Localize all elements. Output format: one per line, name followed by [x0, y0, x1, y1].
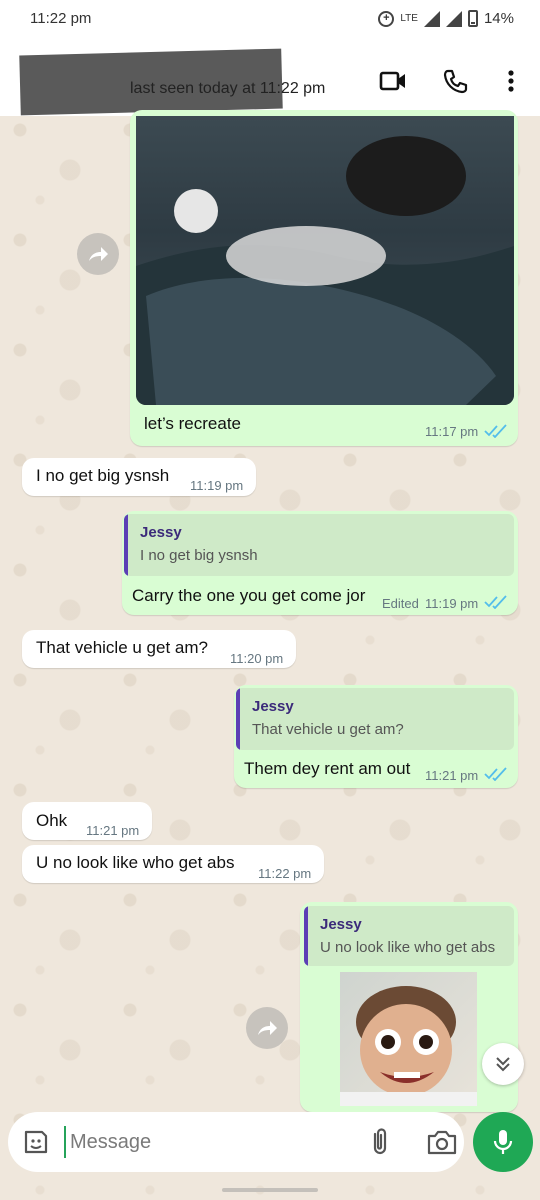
attach-icon[interactable] [366, 1126, 394, 1158]
double-check-icon [484, 595, 507, 609]
message-time: 11:17 pm [425, 424, 479, 439]
double-check-icon [484, 424, 507, 438]
message-time: 11:20 pm [230, 651, 284, 666]
network-type: LTE [400, 13, 418, 24]
voice-call-icon[interactable] [440, 66, 470, 96]
chevron-down-icon [496, 1057, 510, 1072]
status-time: 11:22 pm [30, 10, 92, 27]
battery-percent: 14% [483, 10, 514, 27]
message-text: I no get big ysnsh [36, 466, 170, 485]
chat-header[interactable]: last seen today at 11:22 pm [0, 44, 540, 116]
signal-icon [423, 10, 440, 27]
status-icons: + LTE 14% [378, 10, 514, 27]
more-options-icon[interactable] [496, 66, 526, 96]
data-saver-icon: + [378, 10, 395, 27]
navigation-handle[interactable] [222, 1188, 318, 1192]
quote-text: That vehicle u get am? [252, 721, 404, 738]
quoted-message[interactable]: Jessy U no look like who get abs [304, 906, 514, 966]
quote-author: Jessy [320, 916, 362, 933]
battery-icon [467, 10, 478, 27]
message-input[interactable] [64, 1126, 344, 1158]
message-time: 11:19 pm [190, 478, 244, 493]
camera-icon[interactable] [426, 1128, 458, 1156]
message-text: Them dey rent am out [244, 759, 411, 778]
message-text: let’s recreate [144, 414, 242, 433]
message-text: Ohk [36, 811, 68, 830]
message-composer [8, 1112, 464, 1172]
video-call-icon[interactable] [378, 66, 408, 96]
status-bar: 11:22 pm + LTE 14% [0, 0, 540, 44]
last-seen-status: last seen today at 11:22 pm [130, 80, 326, 97]
message-time: 11:21 pm [425, 768, 479, 783]
mic-icon [493, 1130, 513, 1154]
sticker-icon[interactable] [22, 1128, 50, 1156]
forward-icon[interactable] [246, 1007, 288, 1049]
quoted-message[interactable]: Jessy I no get big ysnsh [124, 514, 514, 576]
edited-label: Edited [382, 596, 419, 611]
voice-message-button[interactable] [473, 1112, 533, 1172]
message-time: 11:22 pm [258, 866, 312, 881]
quote-text: I no get big ysnsh [140, 547, 258, 564]
message-text: U no look like who get abs [36, 853, 235, 872]
signal-icon-2 [445, 10, 462, 27]
shared-photo[interactable] [340, 972, 477, 1106]
message-time: 11:19 pm [425, 596, 479, 611]
quote-author: Jessy [140, 524, 182, 541]
message-text: That vehicle u get am? [36, 638, 208, 657]
double-check-icon [484, 767, 507, 781]
quote-author: Jessy [252, 698, 294, 715]
forward-icon[interactable] [77, 233, 119, 275]
shared-photo[interactable] [136, 116, 514, 405]
quoted-message[interactable]: Jessy That vehicle u get am? [236, 688, 514, 750]
quote-text: U no look like who get abs [320, 939, 496, 956]
message-time: 11:21 pm [86, 823, 140, 838]
message-text: Carry the one you get come jor [132, 586, 366, 605]
scroll-to-bottom-button[interactable] [482, 1043, 524, 1085]
